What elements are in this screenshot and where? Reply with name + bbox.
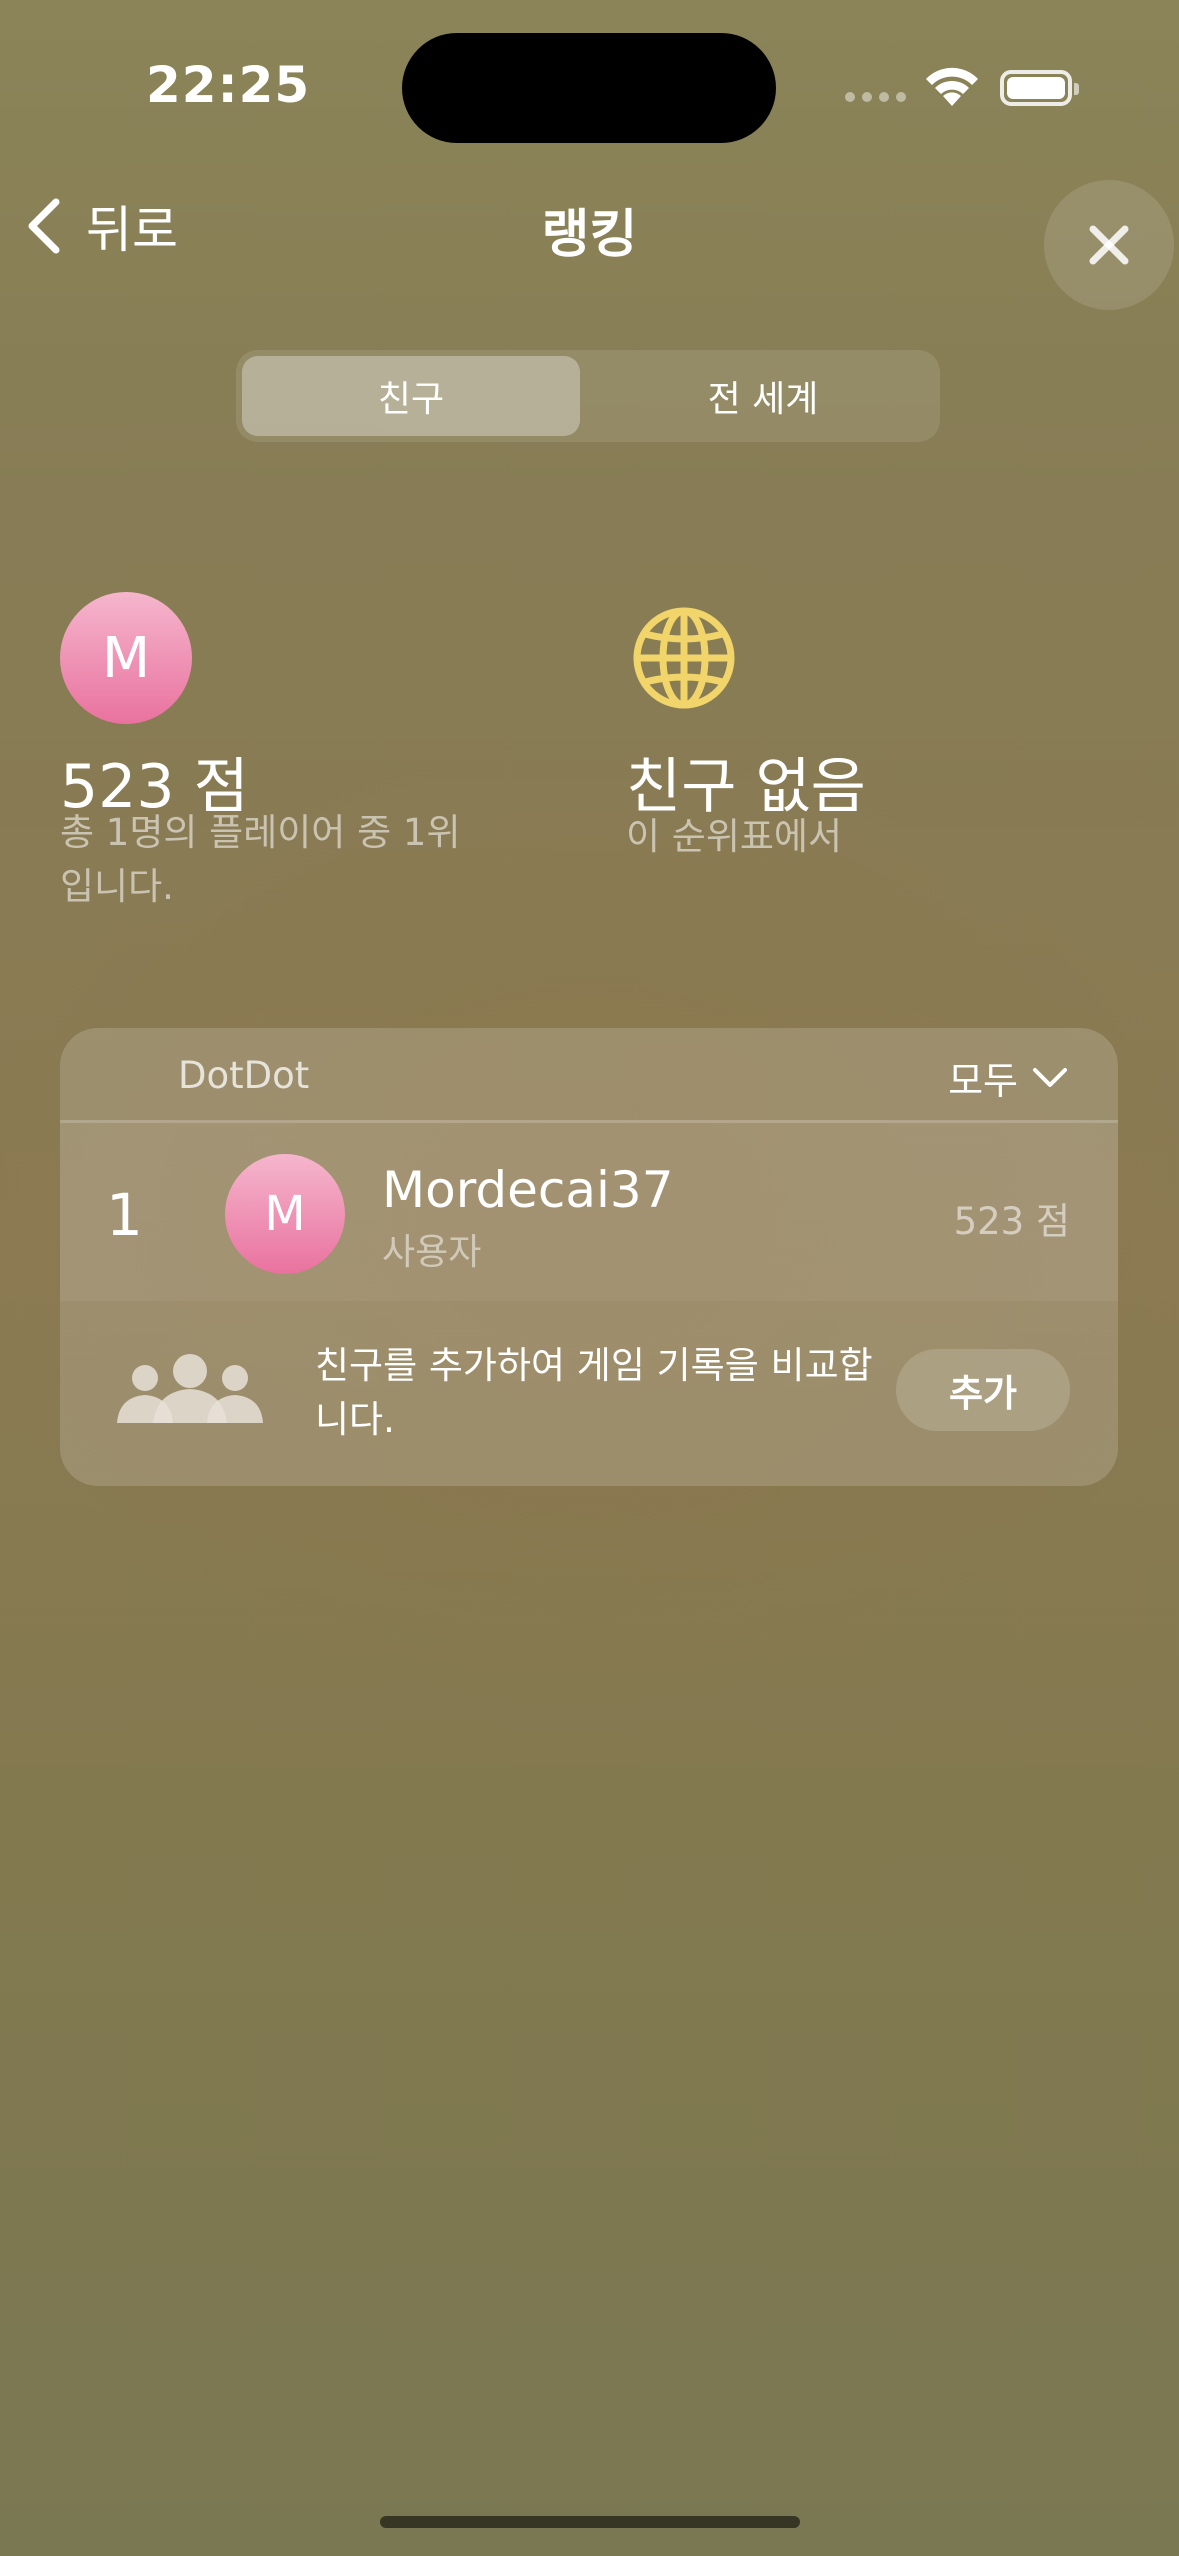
- filter-dropdown[interactable]: 모두: [948, 1050, 1068, 1105]
- status-time: 22:25: [146, 56, 311, 114]
- home-indicator[interactable]: [380, 2516, 800, 2528]
- chevron-down-icon: [1033, 1067, 1067, 1087]
- row-avatar: M: [225, 1154, 345, 1274]
- add-friends-button[interactable]: 추가: [896, 1349, 1070, 1431]
- scope-segmented-control: 친구 전 세계: [236, 350, 940, 442]
- invite-friends-row: 친구를 추가하여 게임 기록을 비교합니다. 추가: [60, 1301, 1118, 1486]
- player-rank-text: 총 1명의 플레이어 중 1위입니다.: [60, 811, 461, 908]
- segment-global[interactable]: 전 세계: [594, 356, 932, 436]
- game-name: DotDot: [178, 1054, 310, 1097]
- row-player-role: 사용자: [382, 1232, 482, 1273]
- globe-icon: [632, 606, 736, 714]
- dynamic-island: [402, 33, 776, 143]
- cellular-signal-icon: [845, 92, 906, 102]
- segment-friends[interactable]: 친구: [242, 356, 580, 436]
- wifi-icon: [923, 66, 981, 112]
- leaderboard-header: DotDot 모두: [60, 1028, 1118, 1123]
- page-title: 랭킹: [541, 205, 638, 265]
- row-rank: 1: [106, 1181, 143, 1249]
- invite-text: 친구를 추가하여 게임 기록을 비교합니다.: [315, 1344, 873, 1441]
- friends-status-subtitle: 이 순위표에서: [626, 815, 843, 858]
- row-score: 523 점: [953, 1200, 1070, 1243]
- player-avatar: M: [60, 592, 192, 724]
- row-player-name: Mordecai37: [382, 1161, 674, 1219]
- close-icon: [1089, 225, 1129, 265]
- leaderboard-card: DotDot 모두 1 M Mordecai37 사용자 523 점 친구를 추…: [60, 1028, 1118, 1486]
- close-button[interactable]: [1044, 180, 1174, 310]
- people-icon: [117, 1354, 263, 1423]
- leaderboard-row[interactable]: 1 M Mordecai37 사용자 523 점: [60, 1123, 1118, 1301]
- battery-icon: [1000, 70, 1079, 106]
- filter-label: 모두: [948, 1059, 1018, 1103]
